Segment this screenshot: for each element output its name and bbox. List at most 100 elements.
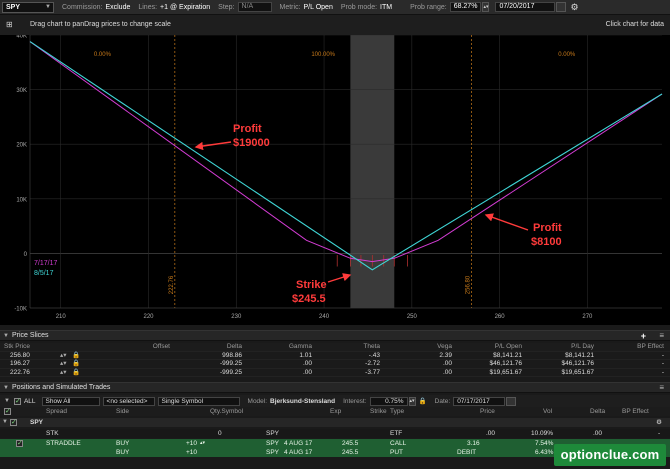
lock-icon[interactable]: 🔒 [72, 369, 80, 378]
lock-icon[interactable]: 🔒 [72, 352, 80, 361]
prob-range-label: Prob range: [410, 3, 447, 11]
table-row[interactable]: 256.80 ▴▾ 🔒 998.86 1.01 -.43 2.39 $8,141… [0, 351, 670, 361]
risk-profile-chart[interactable]: 222.76 256.80 0.00% 100.00% 0.00% 40K 30K 20K 1… [0, 35, 670, 325]
model-select[interactable]: Bjerksund-Stensland [270, 398, 335, 405]
add-slice-button[interactable]: + [641, 331, 646, 341]
col-exp: Exp [330, 408, 342, 415]
table-row[interactable]: 196.27 ▴▾ 🔒 -999.25 .00 -2.72 .00 $46,12… [0, 360, 670, 369]
cell-strike[interactable]: 245.5 [342, 448, 358, 457]
lock-icon[interactable]: 🔒 [72, 360, 80, 369]
chart-header: ⊞ Drag chart to panDrag prices to change… [0, 15, 670, 35]
annotation-strike-amount: $245.5 [292, 293, 326, 305]
cell-stk-price[interactable]: 256.80 [10, 352, 30, 361]
stepper-icon[interactable]: ▴▾ [60, 369, 67, 378]
cell-stk-price[interactable]: 196.27 [10, 360, 30, 369]
positions-header[interactable]: ▼ Positions and Simulated Trades ≡ [0, 382, 670, 393]
lines-label: Lines: [138, 3, 158, 11]
cell-side[interactable]: BUY [116, 448, 129, 457]
cell-side[interactable]: BUY [116, 439, 129, 448]
symbol-selector[interactable]: SPY ▼ [2, 1, 54, 13]
cell-price-type[interactable]: DEBIT [457, 448, 476, 457]
cell-symbol: SPY [266, 430, 280, 437]
cell-type[interactable]: CALL [390, 439, 406, 448]
cell-strike[interactable]: 245.5 [342, 439, 358, 448]
table-row[interactable]: 222.76 ▴▾ 🔒 -999.25 .00 -3.77 .00 $19,65… [0, 368, 670, 378]
cell-pl-open: $19,651.67 [489, 368, 522, 376]
lock-icon[interactable]: 🔒 [419, 397, 427, 405]
prob-mode-selector[interactable]: ITM [380, 4, 392, 11]
chevron-down-icon: ▼ [45, 3, 51, 10]
cell-type[interactable]: PUT [390, 448, 403, 457]
prob-range-stepper[interactable]: ▴▾ [482, 2, 490, 12]
calendar-icon[interactable] [506, 396, 517, 406]
symbol-mode-select[interactable]: Single Symbol [157, 396, 240, 406]
cell-qty[interactable]: +10 [186, 448, 197, 457]
click-chart-hint[interactable]: Click chart for data [606, 21, 664, 28]
cell-delta: 998.86 [222, 351, 242, 359]
annotation-profit-left-amount: $19000 [233, 137, 270, 149]
cell-bp-effect: - [661, 360, 664, 367]
probability-label: 0.00% [94, 52, 112, 58]
step-input[interactable]: N/A [237, 2, 272, 12]
watermark-logo: optionclue.com [554, 444, 666, 466]
stock-row[interactable]: STK 0 SPY ETF .00 10.09% .00 - [0, 429, 670, 438]
col-vega: Vega [437, 343, 452, 350]
selection-select[interactable]: <no selected> [102, 396, 155, 406]
cell-exp[interactable]: 4 AUG 17 [284, 448, 312, 457]
probability-label: 100.00% [311, 52, 335, 58]
interest-input[interactable]: 0.75% [369, 396, 408, 406]
interest-stepper[interactable]: ▴▾ [408, 396, 416, 406]
cell-qty[interactable]: +10 [186, 439, 197, 448]
positions-toolbar: ▼ ALL Show All <no selected> Single Symb… [0, 395, 670, 407]
group-checkbox[interactable] [10, 418, 17, 427]
cell-qty[interactable]: 0 [218, 429, 222, 438]
legend-series-2: 8/5/17 [34, 270, 54, 277]
date-input[interactable]: 07/20/2017 [495, 2, 556, 12]
cell-symbol: SPY [266, 449, 280, 456]
cell-delta: -999.25 [219, 368, 242, 376]
gear-icon[interactable]: ⚙ [570, 2, 578, 13]
all-checkbox[interactable] [13, 397, 21, 405]
col-delta: Delta [590, 408, 606, 415]
prob-range-input[interactable]: 68.27% [449, 2, 482, 12]
col-offset: Offset [152, 343, 170, 350]
boundary-price-label: 256.80 [466, 275, 472, 294]
cell-symbol: SPY [266, 440, 280, 447]
col-vol: Vol [543, 408, 553, 415]
menu-icon[interactable]: ≡ [659, 383, 664, 393]
header-checkbox[interactable] [4, 407, 11, 416]
collapse-icon[interactable]: ▼ [3, 333, 9, 339]
row-checkbox[interactable] [16, 439, 23, 448]
qty-stepper[interactable]: ▴▾ [200, 439, 205, 448]
menu-icon[interactable]: ≡ [659, 331, 664, 341]
calendar-icon[interactable] [556, 2, 567, 12]
positions-header-row: Spread Side Qty.Symbol Exp Strike Type P… [0, 407, 670, 416]
positions-date-input[interactable]: 07/17/2017 [453, 396, 506, 406]
collapse-icon[interactable]: ▼ [3, 385, 9, 391]
cell-stk-price[interactable]: 222.76 [10, 369, 30, 378]
price-slices-header[interactable]: ▼ Price Slices + ≡ [0, 330, 670, 341]
stepper-icon[interactable]: ▴▾ [60, 352, 67, 361]
collapse-icon[interactable]: ▼ [2, 418, 8, 427]
collapse-icon[interactable]: ▼ [4, 398, 10, 404]
x-tick-label: 220 [143, 314, 154, 320]
pin-icon[interactable]: ⊞ [6, 20, 13, 29]
stepper-icon[interactable]: ▴▾ [60, 360, 67, 369]
cell-gamma: 1.01 [299, 351, 312, 359]
commission-selector[interactable]: Exclude [105, 4, 130, 11]
cell-price[interactable]: 3.16 [467, 439, 480, 448]
show-filter-select[interactable]: Show All [41, 396, 100, 406]
cell-bp-effect: - [658, 430, 661, 437]
metric-selector[interactable]: P/L Open [304, 4, 333, 11]
prob-mode-label: Prob mode: [340, 3, 378, 11]
interest-label: Interest: [343, 397, 367, 405]
cell-price: .00 [486, 430, 496, 437]
cell-exp[interactable]: 4 AUG 17 [284, 439, 312, 448]
lines-selector[interactable]: +1 @ Expiration [160, 4, 210, 11]
gear-icon[interactable]: ⚙ [656, 418, 662, 427]
col-gamma: Gamma [288, 343, 312, 350]
cell-bp-effect: - [661, 368, 664, 376]
cell-spread: STRADDLE [46, 440, 81, 447]
chart-background [0, 35, 670, 325]
symbol-group-row[interactable]: ▼ SPY ⚙ [0, 418, 670, 427]
